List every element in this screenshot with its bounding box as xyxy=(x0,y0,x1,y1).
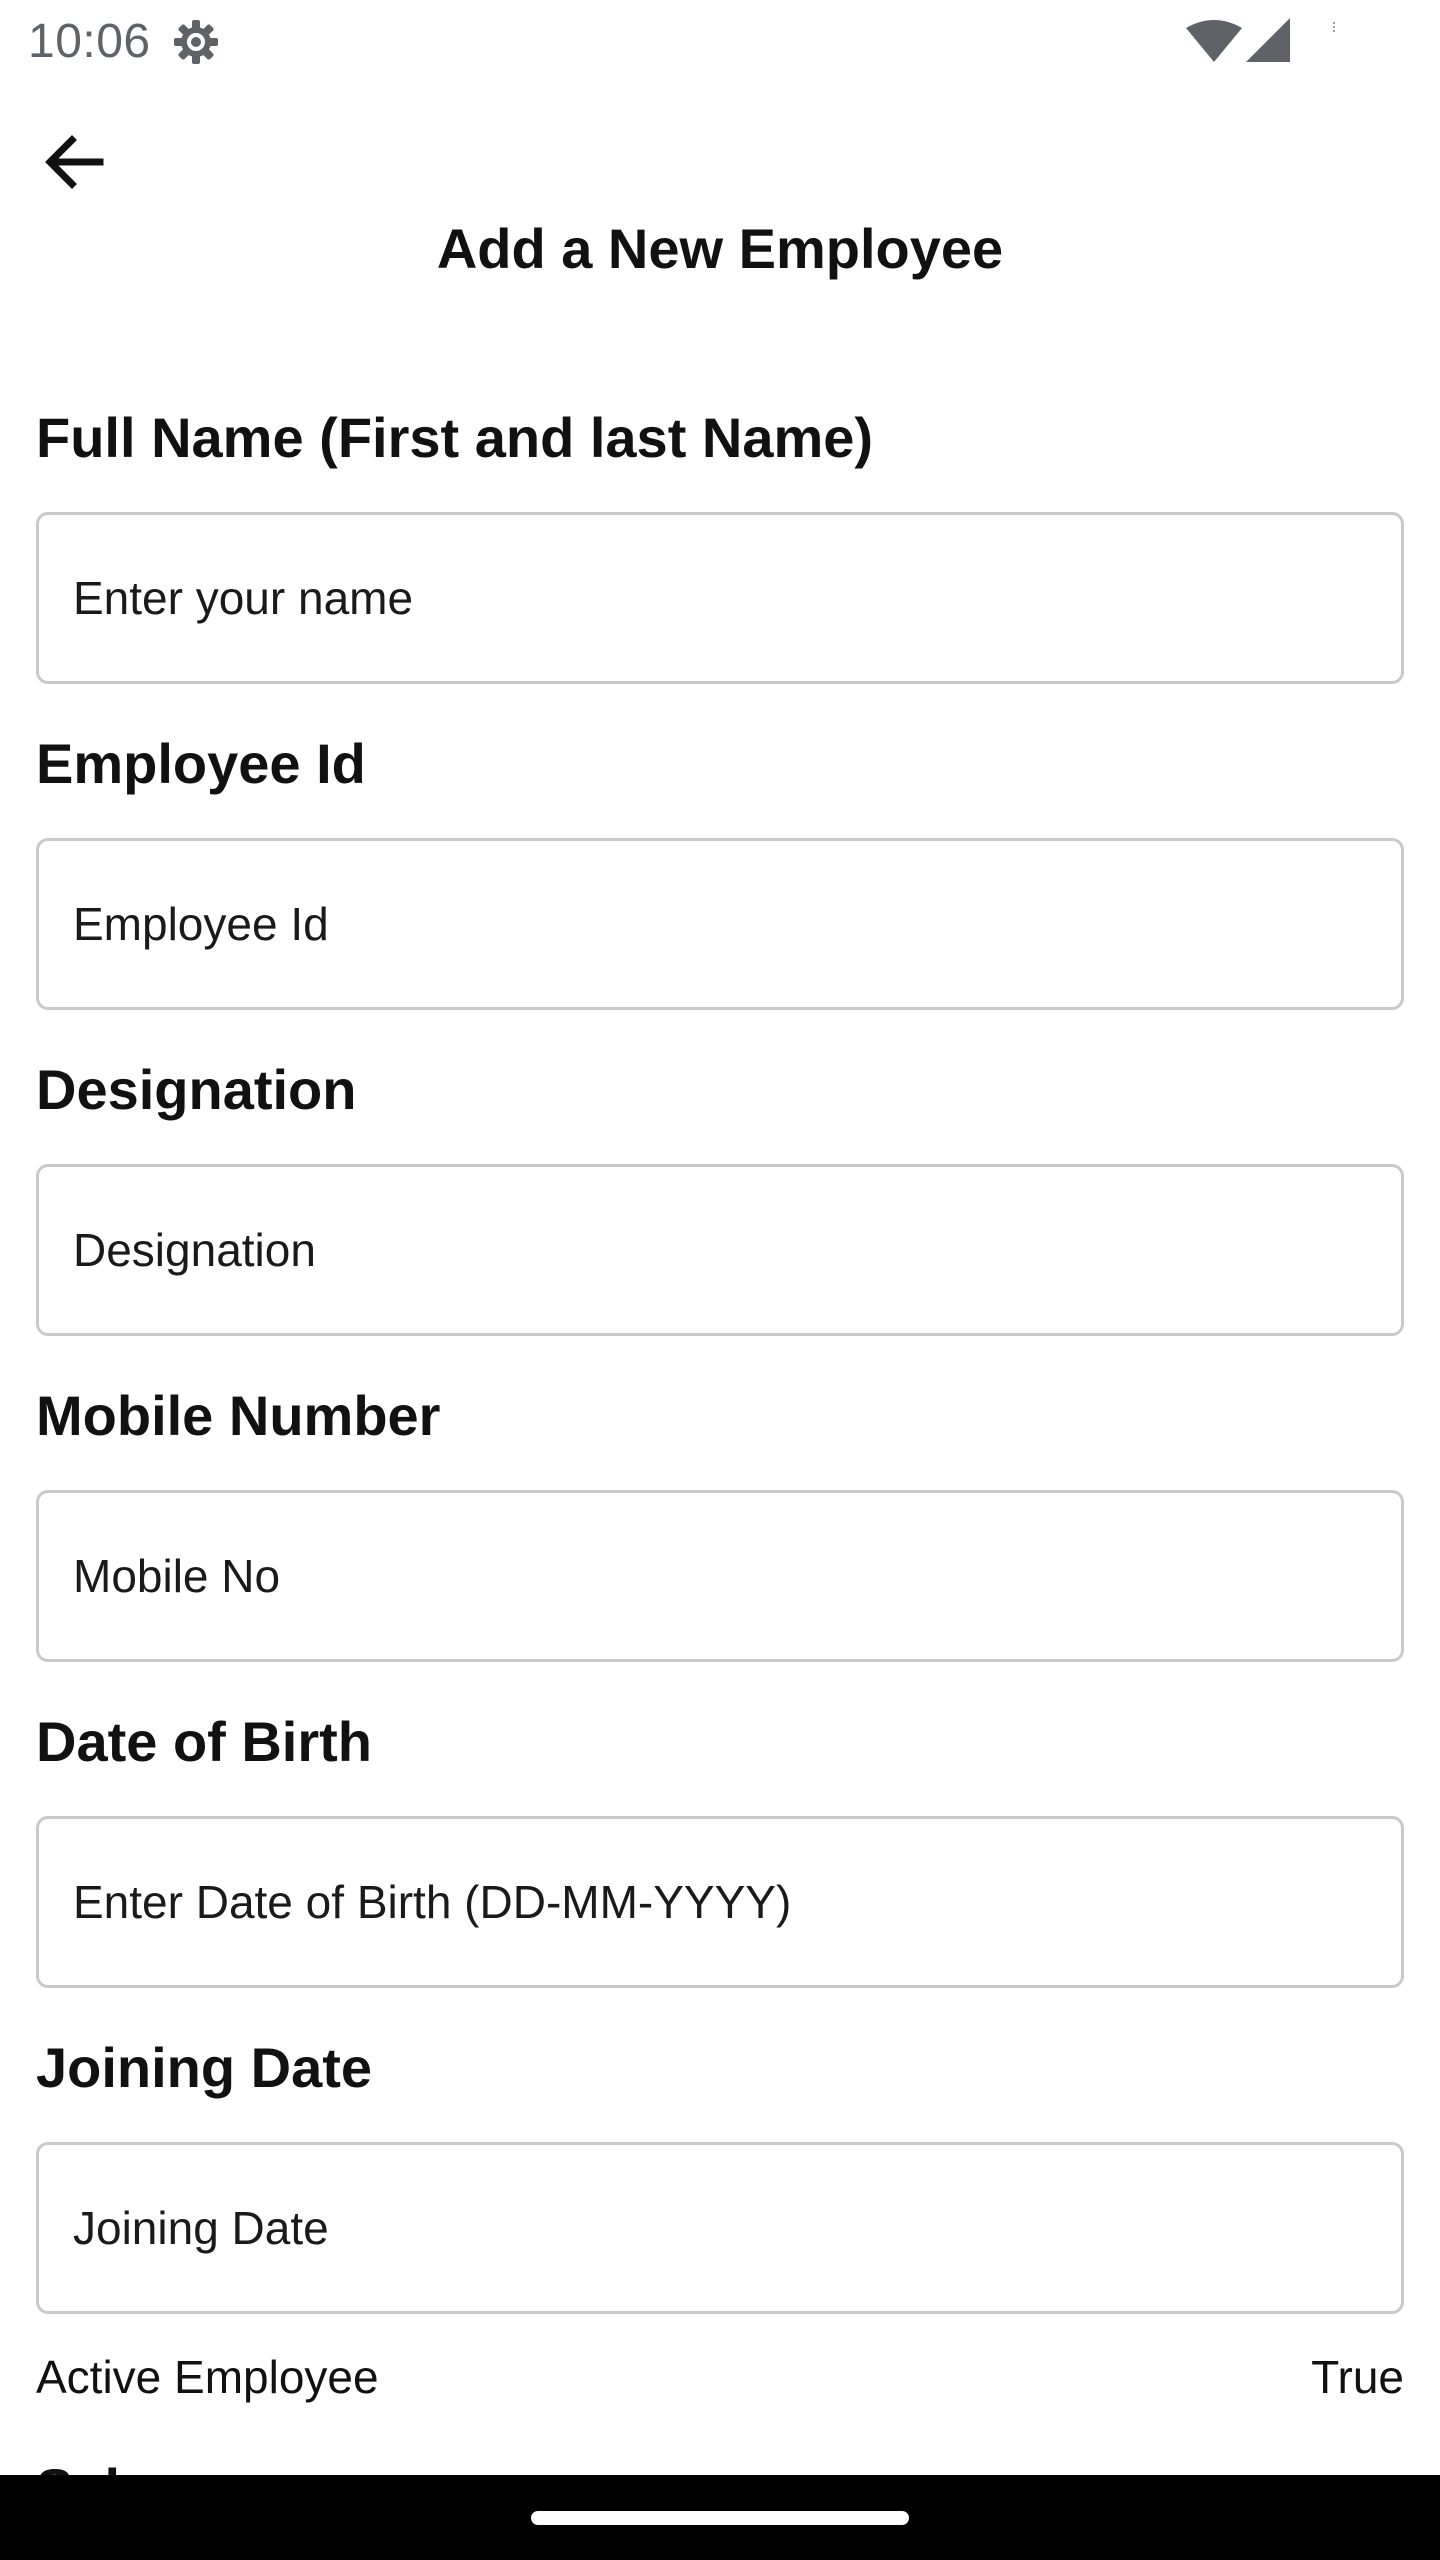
status-time: 10:06 xyxy=(28,15,151,68)
employee-id-input[interactable] xyxy=(36,838,1404,1010)
mobile-number-input[interactable] xyxy=(36,1490,1404,1662)
active-employee-row[interactable]: Active Employee True xyxy=(36,2350,1404,2420)
date-of-birth-input[interactable] xyxy=(36,1816,1404,1988)
joining-date-input[interactable] xyxy=(36,2142,1404,2314)
cell-signal-icon xyxy=(1246,18,1290,62)
designation-label: Designation xyxy=(36,1058,357,1121)
status-bar: 10:06 xyxy=(0,0,1440,84)
home-gesture-handle[interactable] xyxy=(531,2511,909,2525)
active-employee-label: Active Employee xyxy=(36,2351,379,2403)
mobile-number-label: Mobile Number xyxy=(36,1384,441,1447)
battery-icon xyxy=(1332,22,1336,36)
date-of-birth-label: Date of Birth xyxy=(36,1710,372,1773)
full-name-input[interactable] xyxy=(36,512,1404,684)
arrow-left-icon xyxy=(42,134,106,195)
page-title: Add a New Employee xyxy=(436,217,1004,280)
active-employee-value[interactable]: True xyxy=(1311,2350,1404,2404)
back-button[interactable] xyxy=(30,124,118,204)
full-name-label: Full Name (First and last Name) xyxy=(36,406,874,469)
gear-icon xyxy=(170,16,222,68)
joining-date-label: Joining Date xyxy=(36,2036,373,2099)
designation-input[interactable] xyxy=(36,1164,1404,1336)
employee-id-label: Employee Id xyxy=(36,732,366,795)
wifi-icon xyxy=(1186,20,1242,62)
